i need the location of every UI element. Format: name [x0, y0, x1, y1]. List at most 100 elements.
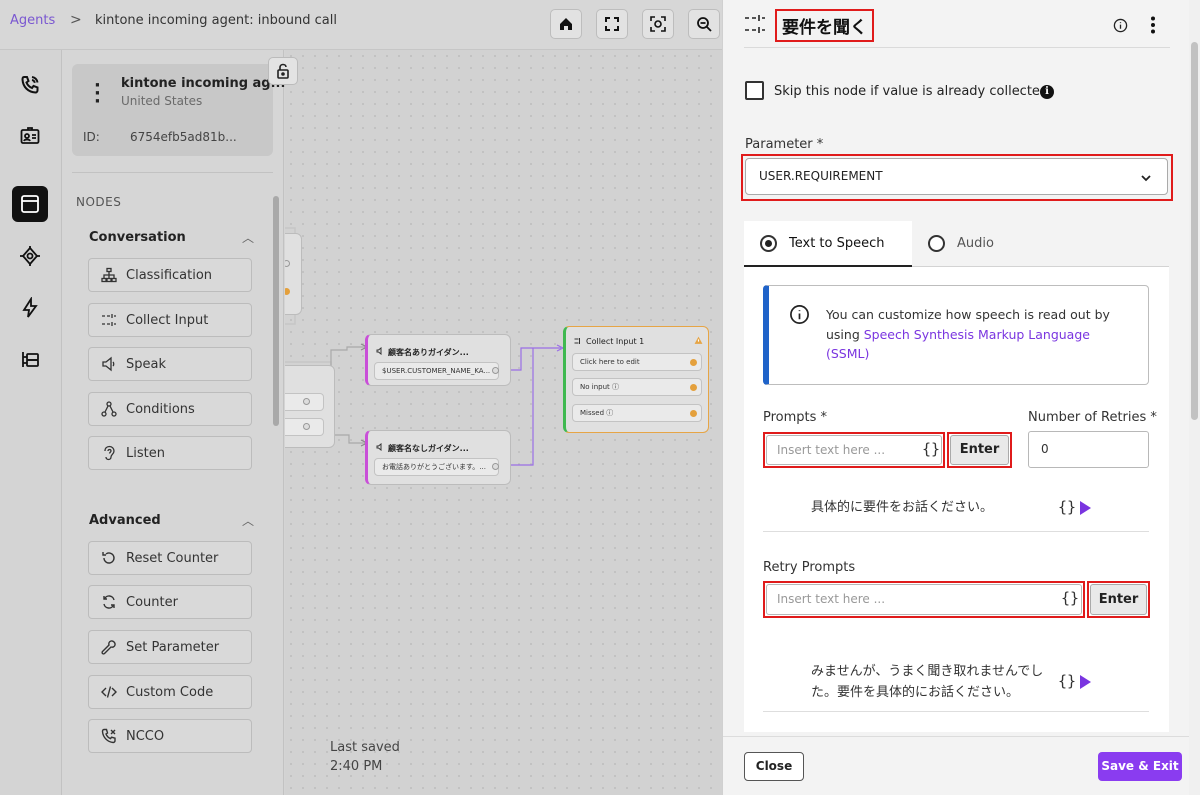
refresh-icon: [103, 595, 115, 609]
prompt-input[interactable]: Insert text here ... {}: [766, 435, 942, 465]
prompt-item-text: 具体的に要件をお話ください。: [811, 500, 994, 515]
flow-node-speak-without-name[interactable]: 顧客名なしガイダン... お電話ありがとうございます。...: [365, 430, 511, 485]
node-label: Collect Input: [126, 312, 209, 328]
window-icon: [21, 195, 39, 213]
flow-canvas[interactable]: 顧客名ありガイダン... $USER.CUSTOMER_NAME_KA... 顧…: [285, 50, 722, 795]
warning-icon: [694, 336, 703, 344]
node-speak[interactable]: Speak: [88, 347, 252, 381]
home-button[interactable]: [550, 9, 582, 39]
rail-tree-button[interactable]: [12, 342, 48, 378]
tts-content: You can customize how speech is read out…: [744, 267, 1169, 732]
prompts-label: Prompts *: [763, 410, 828, 425]
collect-input-icon: [574, 338, 580, 344]
retry-prompt-line: みませんが、うまく聞き取れませんでし: [811, 664, 1044, 679]
radio-selected[interactable]: [760, 235, 777, 252]
flow-node-row[interactable]: Click here to edit: [572, 353, 702, 371]
fullscreen-button[interactable]: [596, 9, 628, 39]
agent-menu-icon[interactable]: · · ·: [94, 77, 101, 111]
reset-icon: [102, 552, 115, 564]
variable-braces-icon[interactable]: {}: [1058, 672, 1076, 690]
breadcrumb-separator: >: [70, 12, 82, 28]
flow-node-hidden-mid[interactable]: [285, 365, 335, 448]
port[interactable]: [492, 463, 499, 470]
variable-braces-icon[interactable]: {}: [922, 440, 940, 458]
flow-node-row-label: No input: [580, 383, 610, 391]
tab-audio[interactable]: Audio: [912, 221, 1062, 267]
speech-tabs: Text to Speech Audio: [744, 221, 1169, 267]
node-label: Reset Counter: [126, 550, 219, 566]
port[interactable]: [690, 359, 697, 366]
zoom-out-icon: [697, 17, 712, 32]
breadcrumb-agents-link[interactable]: Agents: [10, 13, 55, 28]
node-label: Speak: [126, 356, 166, 372]
fit-view-button[interactable]: [642, 9, 674, 39]
port[interactable]: [492, 367, 499, 374]
save-exit-button[interactable]: Save & Exit: [1098, 752, 1182, 781]
chevron-up-icon[interactable]: ︿: [242, 229, 254, 246]
info-icon[interactable]: [1113, 18, 1128, 33]
rail-events-button[interactable]: [12, 290, 48, 326]
agent-card: · · · kintone incoming ag... United States…: [72, 64, 285, 156]
port[interactable]: [303, 423, 310, 430]
port[interactable]: [285, 288, 290, 295]
close-button[interactable]: Close: [744, 752, 804, 781]
flow-node-row: Missed ⓘ: [572, 404, 702, 422]
breadcrumb-current: kintone incoming agent: inbound call: [95, 13, 337, 28]
retry-prompt-input[interactable]: Insert text here ... {}: [766, 584, 1082, 615]
node-listen[interactable]: Listen: [88, 436, 252, 470]
retries-value: 0: [1041, 442, 1049, 456]
radio-unselected[interactable]: [928, 235, 945, 252]
tab-label: Text to Speech: [789, 236, 885, 251]
node-set-parameter[interactable]: Set Parameter: [88, 630, 252, 664]
lightning-icon: [22, 297, 38, 318]
lock-button[interactable]: [268, 57, 298, 85]
play-icon[interactable]: [1080, 501, 1091, 515]
rail-contacts-button[interactable]: [12, 118, 48, 154]
node-conditions[interactable]: Conditions: [88, 392, 252, 426]
flow-node-row-label: Missed: [580, 409, 605, 417]
panel-title[interactable]: 要件を聞く: [775, 9, 874, 42]
node-collect-input[interactable]: Collect Input: [88, 303, 252, 337]
rail-calls-button[interactable]: [12, 67, 48, 103]
prompt-enter-button[interactable]: Enter: [950, 435, 1009, 465]
port[interactable]: [285, 260, 290, 267]
tree-list-icon: [22, 352, 39, 367]
row-divider: [763, 531, 1149, 532]
node-counter[interactable]: Counter: [88, 585, 252, 619]
node-label: Classification: [126, 267, 213, 283]
node-ncco[interactable]: NCCO: [88, 719, 252, 753]
skip-node-label: Skip this node if value is already colle…: [774, 84, 1049, 99]
rail-flow-button[interactable]: [12, 186, 48, 222]
ssml-link[interactable]: Speech Synthesis Markup Language (SSML): [826, 327, 1090, 362]
skip-node-checkbox[interactable]: [745, 81, 764, 100]
variable-braces-icon[interactable]: {}: [1058, 498, 1076, 516]
flow-node-hidden-top[interactable]: [285, 233, 302, 315]
variable-braces-icon[interactable]: {}: [1061, 589, 1079, 607]
flow-node-collect-input[interactable]: Collect Input 1 Click here to edit No in…: [563, 326, 709, 433]
port[interactable]: [690, 410, 697, 417]
palette-scrollbar[interactable]: [273, 196, 279, 426]
chevron-up-icon[interactable]: ︿: [242, 512, 254, 529]
retries-input[interactable]: 0: [1028, 431, 1149, 468]
play-icon[interactable]: [1080, 675, 1091, 689]
parameter-select[interactable]: USER.REQUIREMENT: [745, 158, 1168, 195]
retries-label: Number of Retries *: [1028, 410, 1157, 425]
node-label: Custom Code: [126, 684, 214, 700]
port[interactable]: [690, 384, 697, 391]
port[interactable]: [303, 398, 310, 405]
tab-text-to-speech[interactable]: Text to Speech: [744, 221, 912, 267]
node-classification[interactable]: Classification: [88, 258, 252, 292]
info-icon[interactable]: i: [1040, 85, 1054, 99]
rail-integrations-button[interactable]: [12, 238, 48, 274]
panel-scrollbar[interactable]: [1191, 42, 1198, 420]
node-custom-code[interactable]: Custom Code: [88, 675, 252, 709]
more-vertical-icon[interactable]: [1150, 16, 1156, 34]
zoom-out-button[interactable]: [688, 9, 720, 39]
flow-node-speak-with-name[interactable]: 顧客名ありガイダン... $USER.CUSTOMER_NAME_KA...: [365, 334, 511, 386]
wrench-icon: [101, 640, 116, 655]
agent-id-label: ID:: [83, 130, 100, 144]
retry-prompts-label: Retry Prompts: [763, 560, 856, 575]
node-reset-counter[interactable]: Reset Counter: [88, 541, 252, 575]
branch-icon: [101, 401, 117, 417]
retry-enter-button[interactable]: Enter: [1090, 584, 1147, 615]
